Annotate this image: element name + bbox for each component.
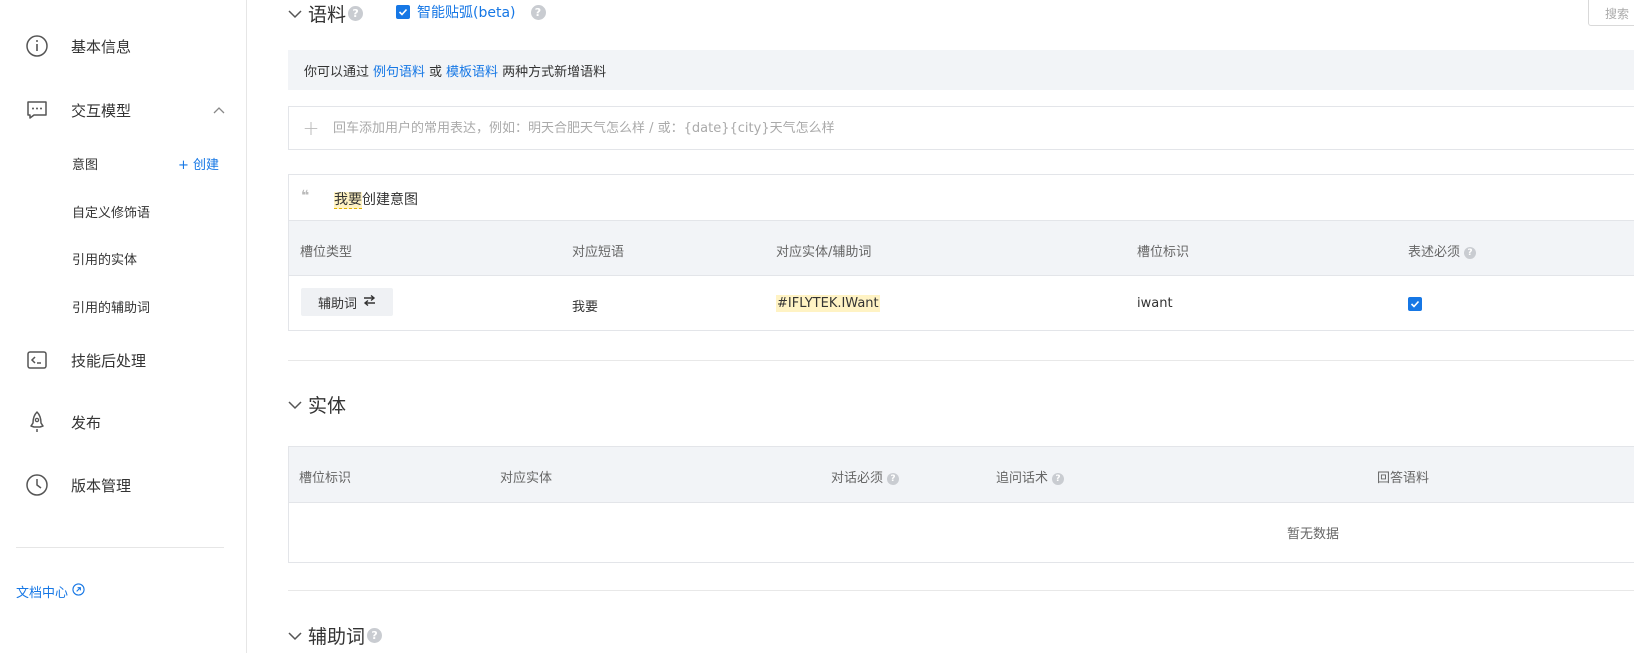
col-required-label: 表述必须 [1408, 245, 1461, 260]
sidebar-divider [16, 547, 224, 548]
nav-publish-label: 发布 [71, 413, 102, 432]
example-corpus-link[interactable]: 例句语料 [373, 61, 425, 80]
sub-item-intent[interactable]: 意图 [72, 154, 98, 173]
section-divider [288, 590, 1634, 591]
nav-publish[interactable]: 发布 [0, 402, 247, 442]
corpus-rest: 创建意图 [362, 192, 418, 208]
entity-table-header: 槽位标识 对应实体 对话必须? 追问话术? 回答语料 [289, 447, 1634, 503]
sub-item-referenced-entity[interactable]: 引用的实体 [72, 249, 137, 268]
col-entity: 对应实体/辅助词 [776, 245, 872, 260]
rocket-icon [25, 410, 49, 434]
col-dialog-required: 对话必须? [831, 467, 900, 486]
swap-icon [363, 294, 376, 310]
row-entity[interactable]: #IFLYTEK.IWant [776, 295, 880, 312]
nav-version-management-label: 版本管理 [71, 476, 132, 495]
entity-section-header[interactable]: 实体 [288, 391, 346, 418]
entity-title: 实体 [308, 395, 347, 417]
aux-title: 辅助词 [308, 626, 366, 648]
nav-basic-info[interactable]: 基本信息 [0, 26, 247, 66]
terminal-icon [25, 348, 49, 372]
col-followup: 追问话术? [996, 467, 1065, 486]
row-phrase: 我要 [572, 300, 599, 315]
col-phrase: 对应短语 [572, 245, 625, 260]
tip-prefix: 你可以通过 [304, 64, 370, 80]
checkbox-checked-icon [396, 5, 410, 19]
info-icon [25, 34, 49, 58]
col-entity: 对应实体 [500, 471, 553, 486]
row-slot-id: iwant [1137, 296, 1173, 311]
help-icon[interactable]: ? [887, 472, 900, 485]
tip-bar: 你可以通过 例句语料 或 模板语料 两种方式新增语料 [288, 50, 1634, 90]
sidebar: 基本信息 交互模型 意图 + 创建 自定义修饰语 引用的实体 引用的辅助词 技能… [0, 0, 247, 653]
entity-table: 槽位标识 对应实体 对话必须? 追问话术? 回答语料 暂无数据 [288, 446, 1634, 563]
corpus-example-row[interactable]: ❝ 我要创建意图 [289, 175, 1634, 220]
empty-state-text: 暂无数据 [1286, 527, 1339, 542]
template-corpus-link[interactable]: 模板语料 [446, 61, 498, 80]
tip-or: 或 [429, 64, 443, 80]
chevron-up-icon[interactable] [213, 104, 225, 117]
col-dialog-required-label: 对话必须 [831, 471, 884, 486]
sub-item-referenced-aux[interactable]: 引用的辅助词 [72, 297, 150, 316]
nav-interaction-model[interactable]: 交互模型 [0, 90, 247, 130]
chevron-down-icon[interactable] [288, 629, 302, 643]
sub-item-custom-modifier[interactable]: 自定义修饰语 [72, 202, 150, 221]
slot-type-label: 辅助词 [317, 296, 357, 312]
help-icon[interactable]: ? [1464, 246, 1477, 259]
main-content: 语料 ? 智能贴弧(beta) ? 搜索 你可以通过 例句语料 或 模板语料 两… [248, 0, 1634, 653]
corpus-card: ❝ 我要创建意图 槽位类型 对应短语 对应实体/辅助词 槽位标识 表述必须? 辅… [288, 174, 1634, 331]
quote-icon: ❝ [301, 188, 310, 204]
nav-version-management[interactable]: 版本管理 [0, 465, 247, 505]
doc-center-label: 文档中心 [16, 586, 69, 601]
chevron-down-icon[interactable] [288, 7, 302, 21]
slot-type-button[interactable]: 辅助词 [301, 288, 393, 316]
required-checkbox[interactable] [1408, 297, 1422, 313]
doc-center-link[interactable]: 文档中心 [16, 582, 85, 601]
clock-icon [25, 473, 49, 497]
aux-section-header[interactable]: 辅助词 ? [288, 622, 383, 649]
checkbox-checked-icon [1408, 297, 1422, 311]
table-row: 辅助词 我要 #IFLYTEK.IWant iwant [289, 276, 1634, 332]
create-intent-link[interactable]: + 创建 [178, 154, 219, 173]
entity-tag[interactable]: #IFLYTEK.IWant [776, 295, 880, 312]
help-icon[interactable]: ? [530, 4, 546, 20]
external-link-icon [72, 583, 85, 600]
corpus-highlight[interactable]: 我要 [334, 192, 362, 209]
plus-icon: + [302, 116, 320, 140]
tip-suffix: 两种方式新增语料 [502, 64, 607, 80]
smart-annotate-label: 智能贴弧(beta) [417, 5, 516, 21]
help-icon[interactable]: ? [367, 628, 383, 643]
col-slot-type: 槽位类型 [300, 245, 353, 260]
corpus-section-header[interactable]: 语料 ? [288, 0, 364, 27]
chevron-down-icon[interactable] [288, 398, 302, 412]
corpus-input-row: + [288, 106, 1634, 150]
nav-basic-info-label: 基本信息 [71, 37, 132, 56]
col-slot-id: 槽位标识 [299, 471, 352, 486]
nav-post-processing-label: 技能后处理 [71, 351, 147, 370]
col-slot-id: 槽位标识 [1137, 245, 1190, 260]
help-icon[interactable]: ? [1052, 472, 1065, 485]
chat-icon [25, 98, 49, 122]
corpus-example-text[interactable]: 我要创建意图 [334, 189, 418, 209]
smart-annotate-checkbox[interactable]: 智能贴弧(beta) ? [396, 2, 546, 22]
corpus-title: 语料 [308, 4, 347, 26]
slot-table-header: 槽位类型 对应短语 对应实体/辅助词 槽位标识 表述必须? [289, 220, 1634, 276]
col-required: 表述必须? [1408, 241, 1477, 260]
section-divider [288, 360, 1634, 361]
help-icon[interactable]: ? [348, 6, 364, 21]
nav-interaction-model-label: 交互模型 [71, 101, 132, 120]
nav-post-processing[interactable]: 技能后处理 [0, 340, 247, 380]
corpus-input[interactable] [333, 120, 1533, 136]
col-answer-corpus: 回答语料 [1377, 471, 1430, 486]
col-followup-label: 追问话术 [996, 471, 1049, 486]
search-input[interactable]: 搜索 [1588, 0, 1634, 26]
